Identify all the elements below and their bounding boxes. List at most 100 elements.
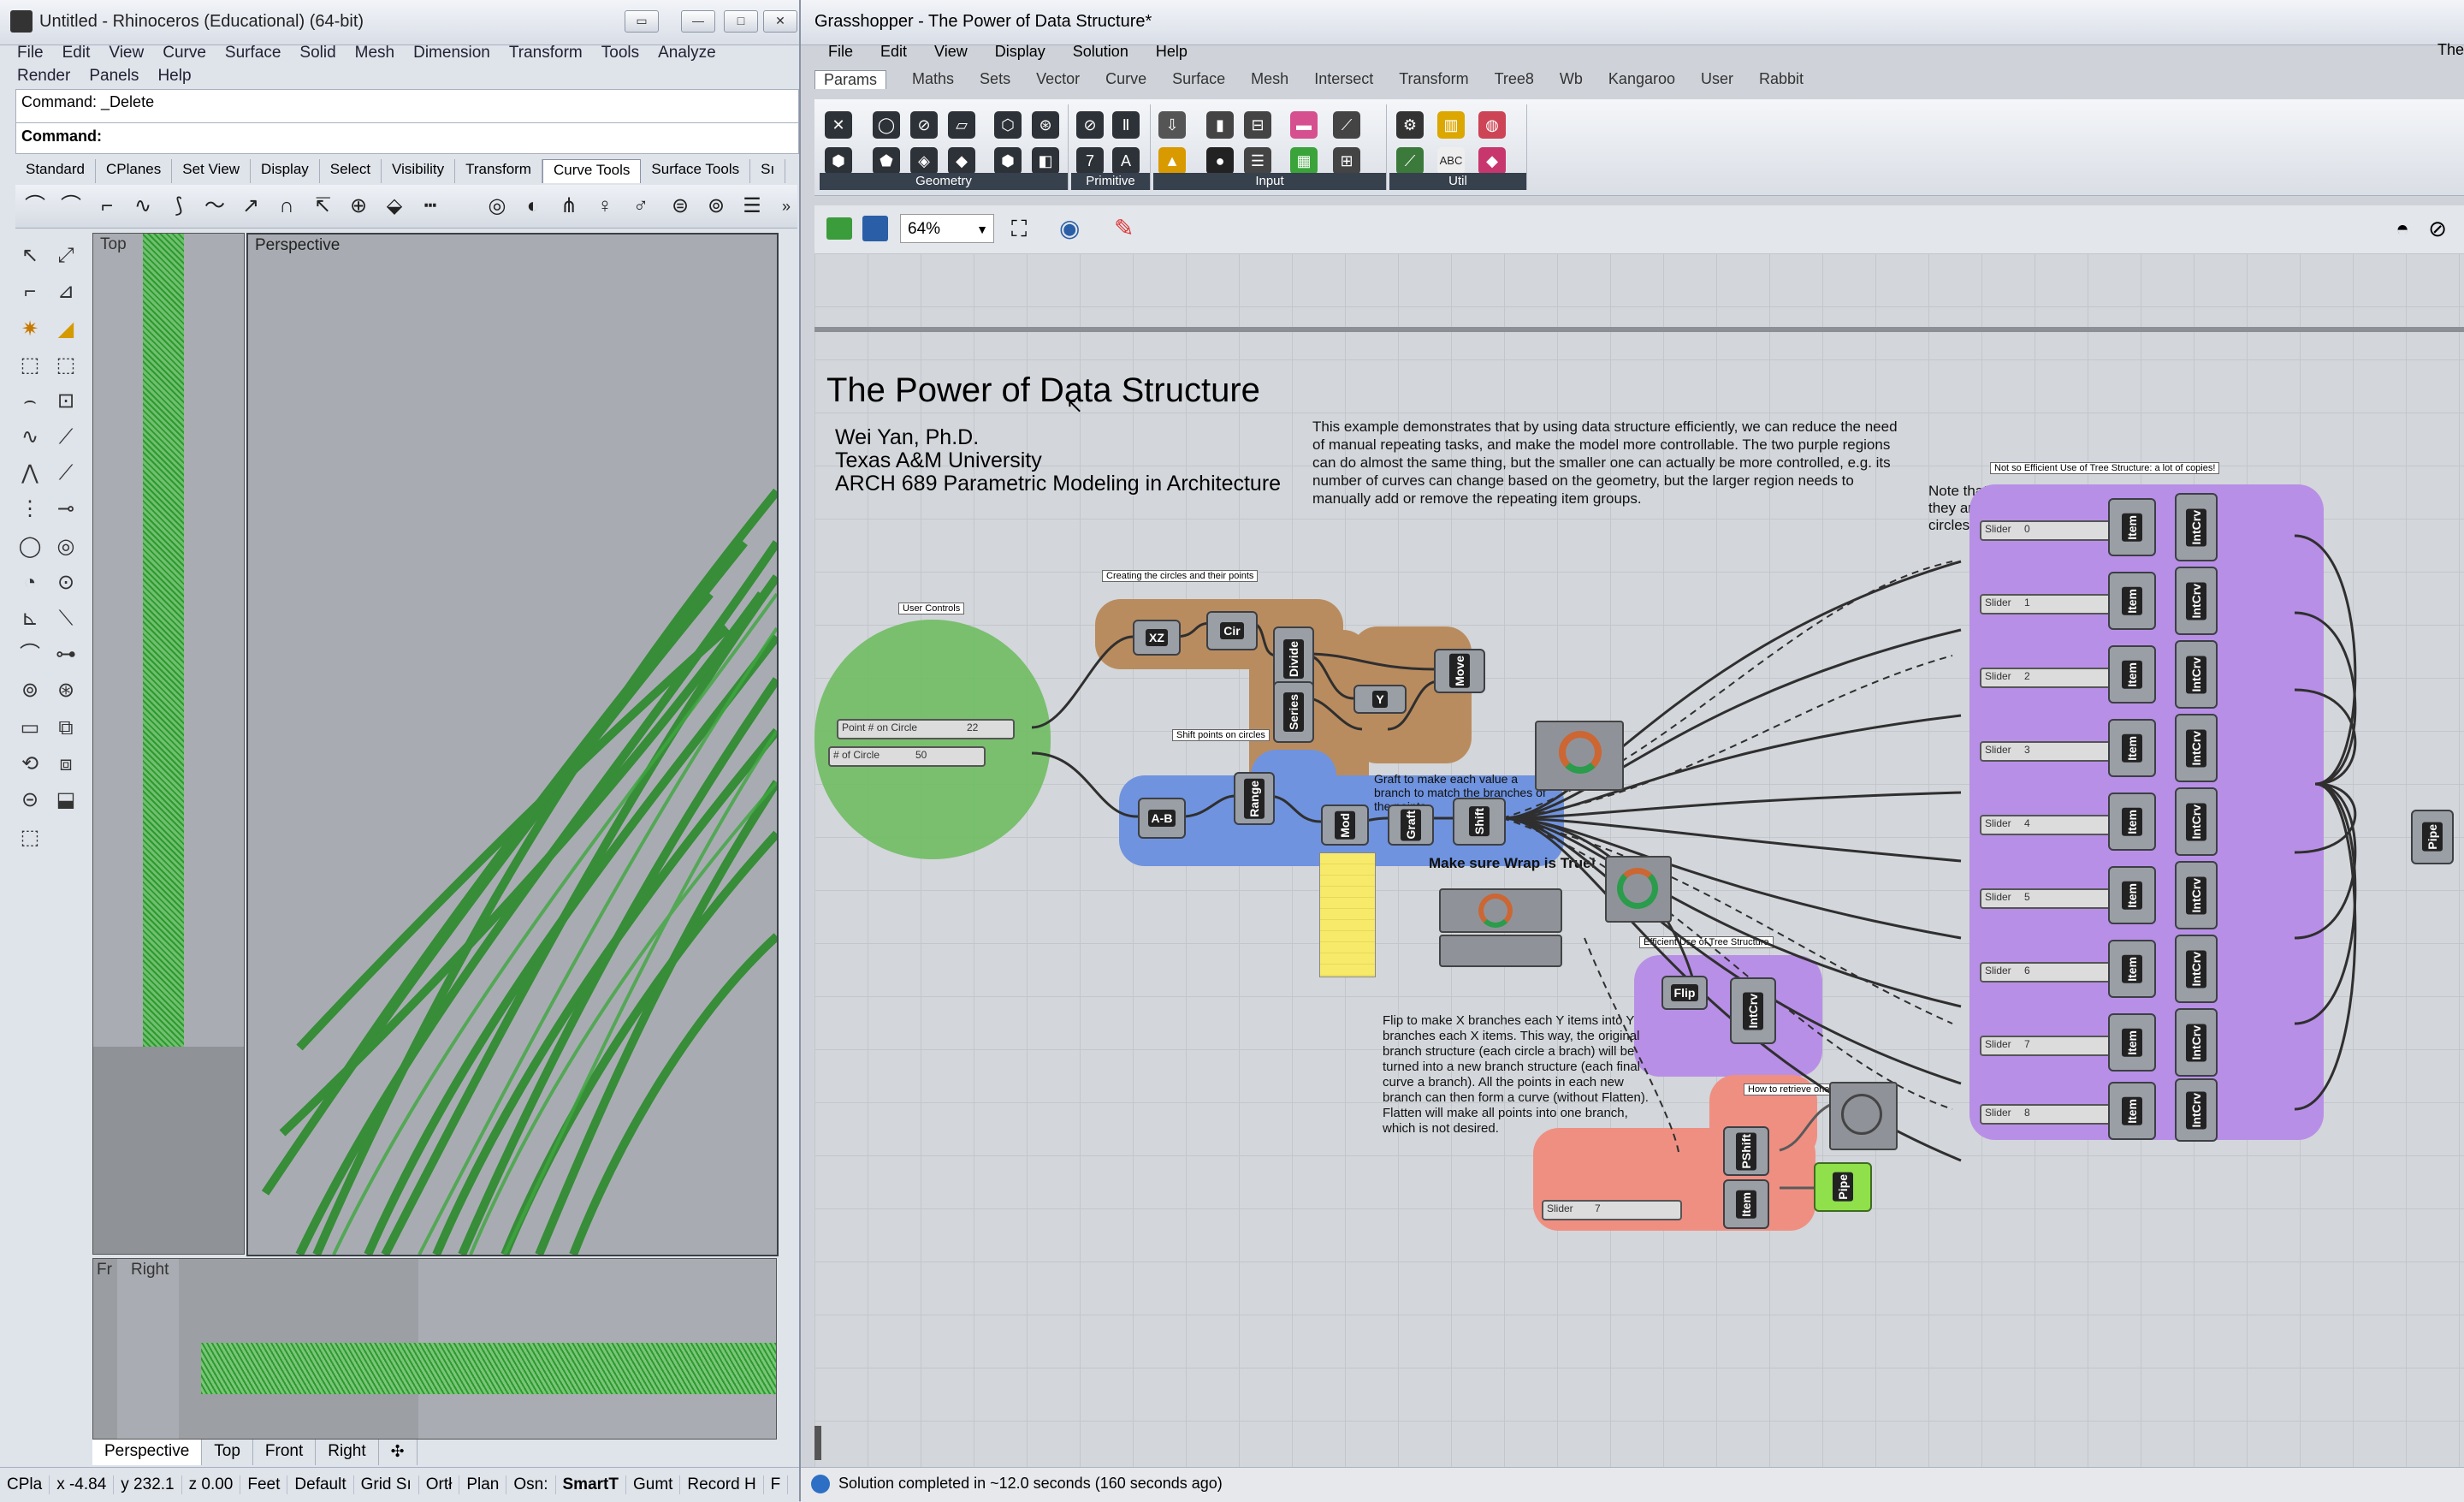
scribble-icon[interactable]: ⟋ [1396,147,1424,175]
gh-tab-maths[interactable]: Maths [912,70,954,89]
zoom-select[interactable]: 64% ▼ [900,214,994,243]
viewport-tab-top[interactable]: Top [202,1440,253,1465]
minimize-icon[interactable]: — [681,10,715,33]
circle2-icon[interactable]: ◎ [51,532,80,561]
offset-icon[interactable]: ⟋ [51,459,80,488]
matrix-input-icon[interactable]: ▦ [1290,147,1318,175]
item-retrieve-component[interactable]: Item [1723,1179,1769,1229]
menu-render[interactable]: Render [17,64,70,87]
intcrv-component-8[interactable]: IntCrv [2175,1078,2218,1142]
person2-tool-icon[interactable]: ♂ [628,195,654,217]
intcrv-component-0[interactable]: IntCrv [2175,493,2218,561]
open-icon[interactable] [826,217,852,240]
curve-graph-icon[interactable]: ⟋ [1333,111,1360,139]
curvature-tool-icon[interactable]: ◐ [520,195,546,217]
array-icon[interactable]: ⊝ [15,786,44,815]
stack-tool-icon[interactable]: ☰ [739,195,765,217]
gradient-preview-mid[interactable] [1439,888,1562,933]
slider-input-icon[interactable]: ⊟ [1244,111,1271,139]
gh-tab-intersect[interactable]: Intersect [1314,70,1373,89]
intcrv-component-5[interactable]: IntCrv [2175,861,2218,929]
command-prompt[interactable]: Command: [21,128,102,145]
menu-panels[interactable]: Panels [89,64,139,87]
poly-icon[interactable]: ⋀ [15,459,44,488]
vector-param-icon[interactable]: ◆ [948,147,975,175]
arch-tool-icon[interactable]: ∩ [274,195,299,217]
menu-view[interactable]: View [109,41,144,64]
surface-param-icon[interactable]: ▱ [948,111,975,139]
item-slider-8[interactable]: Slider 8 [1980,1104,2112,1125]
rect2-icon[interactable]: ⬚ [51,351,80,380]
point-icon[interactable]: ⤢ [51,241,80,270]
number-param-icon[interactable]: 7 [1076,147,1104,175]
nodes-icon[interactable]: ⋮ [15,495,44,524]
pshift-component[interactable]: PShift [1723,1126,1769,1176]
tab-curve-tools[interactable]: Curve Tools [542,159,642,183]
quick-graph-icon[interactable]: ▥ [1437,111,1465,139]
ribbon-group-primitive-label[interactable]: Primitive [1071,173,1150,190]
paint-icon[interactable]: ✎ [1114,214,1134,242]
ribbon-group-util-label[interactable]: Util [1389,173,1526,190]
interp-icon[interactable]: ⟋ [51,423,80,452]
status-layer[interactable]: Default [287,1475,354,1494]
item-slider-1[interactable]: Slider 1 [1980,594,2112,614]
viewport-tab-front[interactable]: Front [253,1440,317,1465]
gh-tab-curve[interactable]: Curve [1105,70,1146,89]
extend-icon[interactable]: ⟍ [51,604,80,633]
dec-tool-icon[interactable]: ⊚ [703,195,729,217]
output-panel[interactable] [1319,852,1376,977]
tab-cplanes[interactable]: CPlanes [96,159,173,183]
intcrv-efficient-component[interactable]: IntCrv [1730,977,1776,1044]
group-param-icon[interactable]: ◧ [1032,147,1059,175]
box-param-icon[interactable]: ⬟ [873,147,900,175]
tab-set-view[interactable]: Set View [172,159,252,183]
range-component[interactable]: Range [1234,772,1275,825]
status-ortho[interactable]: Ortł [419,1475,460,1494]
mod-component[interactable]: Mod [1321,804,1369,846]
viewport-perspective[interactable]: Perspective [246,233,779,1256]
tab-select[interactable]: Select [320,159,382,183]
circle-component[interactable]: Cir [1206,611,1258,650]
gh-tab-rabbit[interactable]: Rabbit [1759,70,1804,89]
eye-icon[interactable]: ◉ [1059,214,1080,242]
viewport-top-label[interactable]: Top [100,235,127,254]
canvas-scroll-grip[interactable] [814,1426,821,1460]
tab-surface-tools[interactable]: Surface Tools [641,159,751,183]
line-icon[interactable]: ⊿ [51,277,80,306]
join-tool-icon[interactable]: ⊕ [346,195,371,217]
viewport-tab-perspective[interactable]: Perspective [92,1440,203,1465]
trim-icon[interactable]: ⌒ [15,640,44,669]
fit-tool-icon[interactable]: ⊜ [667,195,693,217]
circle-param-icon[interactable]: ◯ [873,111,900,139]
mirror-icon[interactable]: ⬓ [51,786,80,815]
gumball-icon[interactable]: ◢ [51,315,80,344]
overflow-icon[interactable]: » [773,195,799,217]
tab-more[interactable]: Sı [750,159,786,183]
status-planar[interactable]: Plan [459,1475,507,1494]
points-on-circle-slider[interactable]: Point # on Circle 22 [837,719,1015,739]
gradient-input-icon[interactable]: ▬ [1290,111,1318,139]
square-icon[interactable]: ▭ [15,714,44,743]
item-component-6[interactable]: Item [2108,940,2156,998]
split-icon[interactable]: ⊶ [51,640,80,669]
menu-transform[interactable]: Transform [509,41,583,64]
tab-transform[interactable]: Transform [455,159,542,183]
fillet-tool-icon[interactable]: ⌒ [58,195,84,217]
curve-icon[interactable]: ⌢ [15,387,44,416]
menu-help[interactable]: Help [157,64,191,87]
gradient-preview-top[interactable] [1535,721,1624,791]
move-component[interactable]: Move [1434,649,1485,693]
circle-icon[interactable]: ◯ [15,532,44,561]
gh-menu-edit[interactable]: Edit [880,43,907,65]
arc-tool-icon[interactable]: ⌒ [22,195,48,217]
y-vector-component[interactable]: Y [1353,685,1407,714]
intcrv-component-7[interactable]: IntCrv [2175,1008,2218,1077]
offset-tool-icon[interactable]: ⟆ [166,195,192,217]
boolean-param-icon[interactable]: ⊘ [1076,111,1104,139]
shift-component[interactable]: Shift [1453,798,1506,846]
item-slider-5[interactable]: Slider 5 [1980,888,2112,909]
item-component-2[interactable]: Item [2108,645,2156,704]
data-recorder-icon[interactable]: ◍ [1478,111,1506,139]
menu-file[interactable]: File [17,41,44,64]
dash-tool-icon[interactable]: ┅ [418,195,443,217]
